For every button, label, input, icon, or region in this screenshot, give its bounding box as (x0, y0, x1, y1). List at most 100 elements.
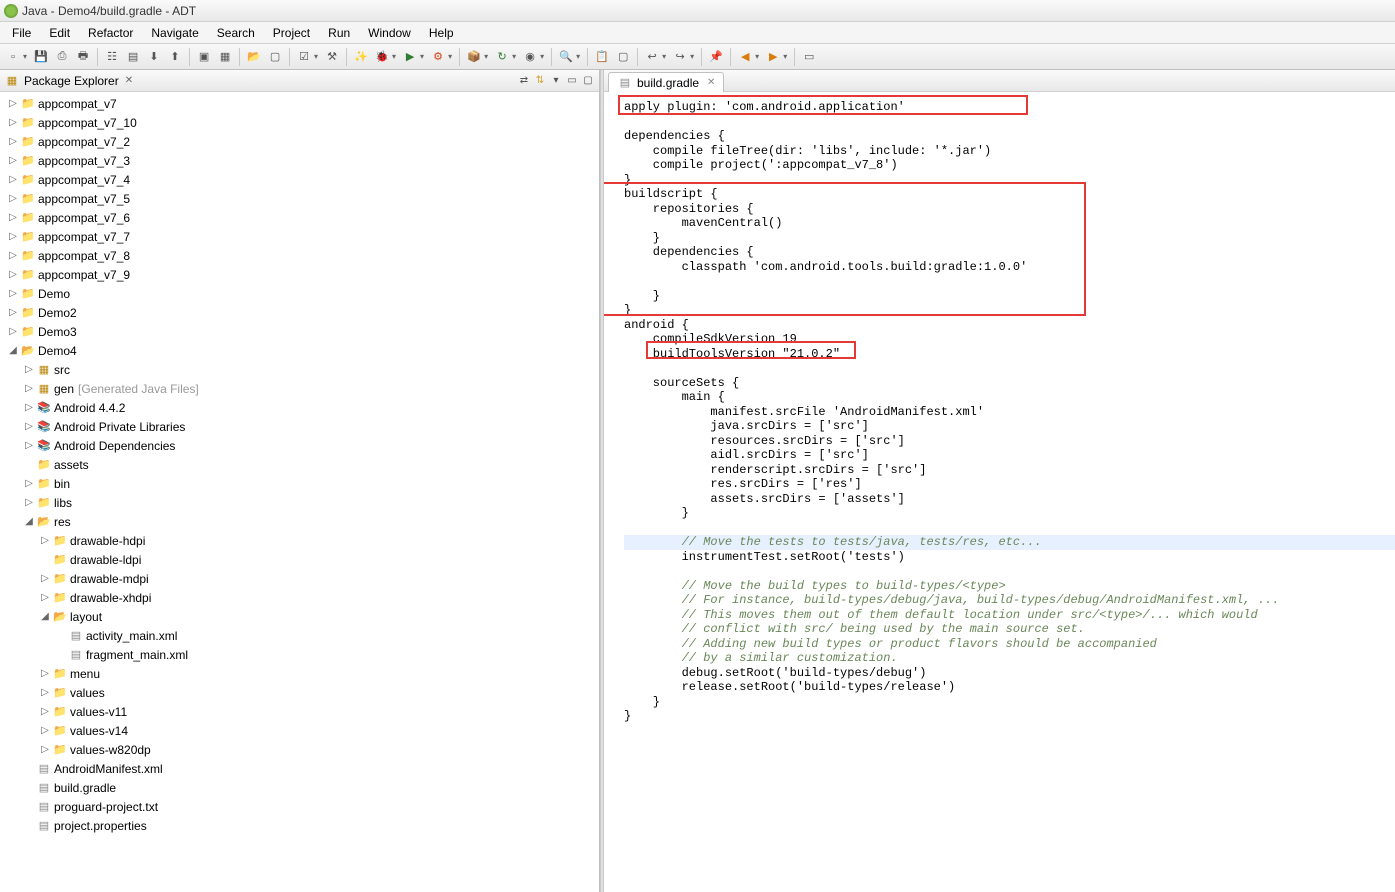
save-all-button[interactable]: ⎙ (53, 48, 71, 66)
expander-icon[interactable]: ▷ (38, 725, 52, 736)
project-appcompat_v7_6[interactable]: ▷📁appcompat_v7_6 (2, 208, 597, 227)
print-button[interactable]: 🖶 (74, 48, 92, 66)
project-appcompat_v7_9[interactable]: ▷📁appcompat_v7_9 (2, 265, 597, 284)
gen-folder[interactable]: ▷▦gen[Generated Java Files] (2, 379, 597, 398)
project-appcompat_v7_2[interactable]: ▷📁appcompat_v7_2 (2, 132, 597, 151)
expander-icon[interactable]: ▷ (6, 98, 20, 109)
expander-icon[interactable]: ▷ (22, 383, 36, 394)
folder-drawable-mdpi[interactable]: ▷📁drawable-mdpi (2, 569, 597, 588)
editor-body[interactable]: apply plugin: 'com.android.application' … (604, 92, 1395, 892)
expander-icon[interactable]: ▷ (38, 573, 52, 584)
close-panel-button[interactable]: ✕ (125, 75, 133, 86)
minimize-button[interactable]: ▭ (565, 74, 579, 88)
pin-button[interactable]: 📌 (707, 48, 725, 66)
project-appcompat_v7_10[interactable]: ▷📁appcompat_v7_10 (2, 113, 597, 132)
expander-icon[interactable]: ▷ (22, 497, 36, 508)
folder-drawable-hdpi[interactable]: ▷📁drawable-hdpi (2, 531, 597, 550)
upload-button[interactable]: ⬆ (166, 48, 184, 66)
file-build.gradle[interactable]: ▤build.gradle (2, 778, 597, 797)
expander-icon[interactable]: ▷ (6, 326, 20, 337)
src-folder[interactable]: ▷▦src (2, 360, 597, 379)
run-button[interactable]: ▶ (401, 48, 419, 66)
file-proguard-project.txt[interactable]: ▤proguard-project.txt (2, 797, 597, 816)
search-button[interactable]: 🔍 (557, 48, 575, 66)
expander-icon[interactable]: ▷ (6, 288, 20, 299)
save-button[interactable]: 💾 (32, 48, 50, 66)
screenshot-button[interactable]: ▣ (195, 48, 213, 66)
expander-icon[interactable]: ▷ (6, 231, 20, 242)
expander-icon[interactable]: ▷ (6, 117, 20, 128)
private-libs[interactable]: ▷📚Android Private Libraries (2, 417, 597, 436)
project-tree[interactable]: ▷📁appcompat_v7▷📁appcompat_v7_10▷📁appcomp… (0, 92, 599, 892)
maximize-button[interactable]: ▢ (581, 74, 595, 88)
expander-icon[interactable]: ▷ (38, 668, 52, 679)
wand-button[interactable]: ✨ (352, 48, 370, 66)
open-button[interactable]: 📂 (245, 48, 263, 66)
refresh-button[interactable]: ↻ (493, 48, 511, 66)
layout-folder[interactable]: ◢📂layout (2, 607, 597, 626)
project-appcompat_v7_5[interactable]: ▷📁appcompat_v7_5 (2, 189, 597, 208)
new-button[interactable]: ▫ (4, 48, 22, 66)
expander-icon[interactable]: ▷ (6, 269, 20, 280)
expander-icon[interactable]: ▷ (22, 402, 36, 413)
file-project.properties[interactable]: ▤project.properties (2, 816, 597, 835)
download-button[interactable]: ⬇ (145, 48, 163, 66)
copy-button[interactable]: ▢ (614, 48, 632, 66)
file-AndroidManifest.xml[interactable]: ▤AndroidManifest.xml (2, 759, 597, 778)
link-editor-button[interactable]: ⇅ (533, 74, 547, 88)
expander-icon[interactable]: ▷ (6, 136, 20, 147)
lint-button[interactable]: ▦ (216, 48, 234, 66)
folder-values-w820dp[interactable]: ▷📁values-w820dp (2, 740, 597, 759)
paste-button[interactable]: 📋 (593, 48, 611, 66)
expander-icon[interactable]: ▷ (6, 174, 20, 185)
project-Demo4[interactable]: ◢📂Demo4 (2, 341, 597, 360)
menu-window[interactable]: Window (360, 24, 419, 42)
build-button[interactable]: ⚒ (323, 48, 341, 66)
expander-icon[interactable]: ▷ (38, 687, 52, 698)
menu-edit[interactable]: Edit (41, 24, 78, 42)
expander-icon[interactable]: ▷ (38, 535, 52, 546)
nav-fwd-button[interactable]: ▶ (764, 48, 782, 66)
file-fragment_main.xml[interactable]: ▤fragment_main.xml (2, 645, 597, 664)
android-deps[interactable]: ▷📚Android Dependencies (2, 436, 597, 455)
assets-folder[interactable]: 📁assets (2, 455, 597, 474)
expander-icon[interactable]: ▷ (22, 440, 36, 451)
project-appcompat_v7_4[interactable]: ▷📁appcompat_v7_4 (2, 170, 597, 189)
back-button[interactable]: ↩ (643, 48, 661, 66)
package-button[interactable]: 📦 (465, 48, 483, 66)
run-last-button[interactable]: ⚙ (429, 48, 447, 66)
libs-folder[interactable]: ▷📁libs (2, 493, 597, 512)
expander-icon[interactable]: ▷ (38, 706, 52, 717)
target-button[interactable]: ◉ (521, 48, 539, 66)
expander-icon[interactable]: ◢ (38, 611, 52, 622)
nav-back-button[interactable]: ◀ (736, 48, 754, 66)
collapse-all-button[interactable]: ⇄ (517, 74, 531, 88)
project-Demo2[interactable]: ▷📁Demo2 (2, 303, 597, 322)
menu-help[interactable]: Help (421, 24, 462, 42)
folder-values[interactable]: ▷📁values (2, 683, 597, 702)
expander-icon[interactable]: ▷ (6, 193, 20, 204)
project-Demo3[interactable]: ▷📁Demo3 (2, 322, 597, 341)
avd-button[interactable]: ▤ (124, 48, 142, 66)
menu-run[interactable]: Run (320, 24, 358, 42)
android-lib[interactable]: ▷📚Android 4.4.2 (2, 398, 597, 417)
menu-search[interactable]: Search (209, 24, 263, 42)
view-menu-button[interactable]: ▾ (549, 74, 563, 88)
folder-menu[interactable]: ▷📁menu (2, 664, 597, 683)
expander-icon[interactable]: ▷ (22, 421, 36, 432)
menu-project[interactable]: Project (265, 24, 318, 42)
expander-icon[interactable]: ▷ (6, 250, 20, 261)
project-appcompat_v7_3[interactable]: ▷📁appcompat_v7_3 (2, 151, 597, 170)
folder-values-v14[interactable]: ▷📁values-v14 (2, 721, 597, 740)
folder-drawable-ldpi[interactable]: 📁drawable-ldpi (2, 550, 597, 569)
project-appcompat_v7[interactable]: ▷📁appcompat_v7 (2, 94, 597, 113)
menu-navigate[interactable]: Navigate (143, 24, 206, 42)
folder-values-v11[interactable]: ▷📁values-v11 (2, 702, 597, 721)
forward-button[interactable]: ↪ (671, 48, 689, 66)
check-button[interactable]: ☑ (295, 48, 313, 66)
android-sdk-button[interactable]: ☷ (103, 48, 121, 66)
folder-drawable-xhdpi[interactable]: ▷📁drawable-xhdpi (2, 588, 597, 607)
expander-icon[interactable]: ▷ (6, 307, 20, 318)
expander-icon[interactable]: ◢ (6, 345, 20, 356)
project-appcompat_v7_7[interactable]: ▷📁appcompat_v7_7 (2, 227, 597, 246)
